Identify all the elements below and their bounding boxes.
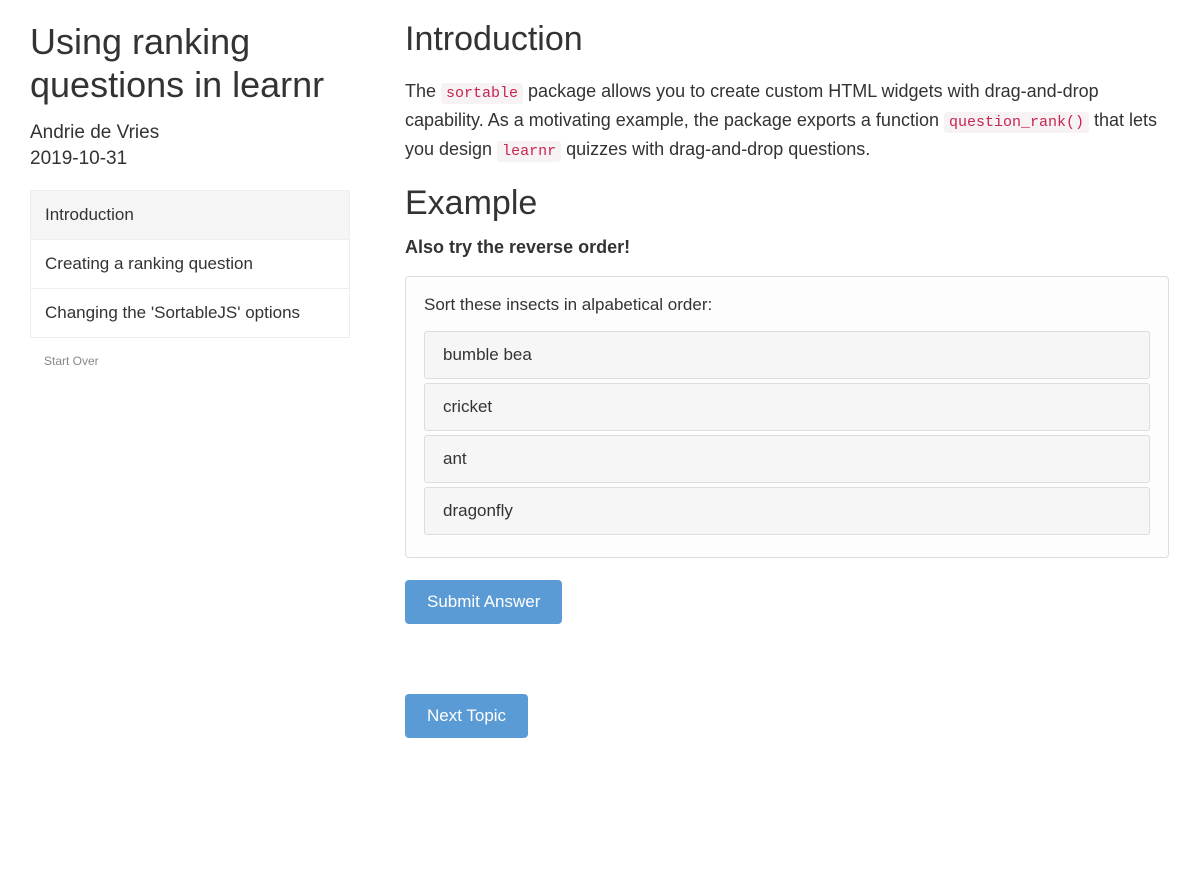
- intro-paragraph: The sortable package allows you to creat…: [405, 77, 1169, 164]
- rank-item[interactable]: dragonfly: [424, 487, 1150, 535]
- code-sortable: sortable: [441, 83, 523, 104]
- reverse-order-prompt: Also try the reverse order!: [405, 237, 1169, 258]
- nav-item-introduction[interactable]: Introduction: [31, 191, 349, 240]
- heading-introduction: Introduction: [405, 20, 1169, 59]
- rank-item[interactable]: bumble bea: [424, 331, 1150, 379]
- next-topic-button[interactable]: Next Topic: [405, 694, 528, 738]
- heading-example: Example: [405, 184, 1169, 223]
- rank-list: bumble bea cricket ant dragonfly: [424, 331, 1150, 535]
- nav-list: Introduction Creating a ranking question…: [30, 190, 350, 338]
- code-question-rank: question_rank(): [944, 112, 1089, 133]
- rank-item[interactable]: ant: [424, 435, 1150, 483]
- quiz-panel: Sort these insects in alpabetical order:…: [405, 276, 1169, 558]
- author: Andrie de Vries: [30, 122, 350, 144]
- sidebar: Using ranking questions in learnr Andrie…: [30, 20, 370, 738]
- page-title: Using ranking questions in learnr: [30, 20, 350, 106]
- nav-item-changing-sortablejs-options[interactable]: Changing the 'SortableJS' options: [31, 289, 349, 338]
- rank-item[interactable]: cricket: [424, 383, 1150, 431]
- nav-item-creating-ranking-question[interactable]: Creating a ranking question: [31, 240, 349, 289]
- date: 2019-10-31: [30, 148, 350, 170]
- main-content: Introduction The sortable package allows…: [370, 20, 1169, 738]
- code-learnr: learnr: [497, 141, 561, 162]
- start-over-link[interactable]: Start Over: [30, 338, 350, 378]
- submit-answer-button[interactable]: Submit Answer: [405, 580, 562, 624]
- quiz-prompt: Sort these insects in alpabetical order:: [424, 295, 1150, 315]
